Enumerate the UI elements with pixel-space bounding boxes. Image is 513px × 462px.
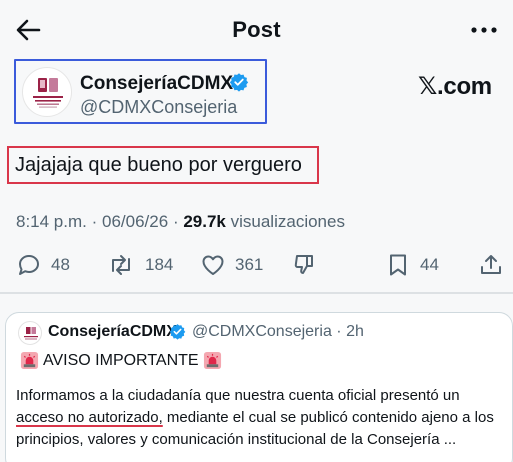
aviso-line: AVISO IMPORTANTE (16, 351, 226, 370)
post-time: 8:14 p.m. (16, 212, 87, 231)
like-count: 361 (235, 255, 264, 274)
quoted-author-handle[interactable]: @CDMXConsejeria (192, 323, 332, 340)
bookmark-button[interactable]: 44 (385, 248, 439, 282)
views-label: visualizaciones (230, 212, 345, 231)
thumbs-down-icon (294, 255, 313, 274)
meta-separator: · (91, 212, 98, 231)
post-actions: 48 184 361 44 (0, 248, 513, 282)
aviso-text: AVISO IMPORTANTE (43, 351, 199, 369)
source-watermark: 𝕏.com (418, 73, 492, 100)
share-button[interactable] (478, 248, 504, 282)
quoted-post-time: 2h (346, 323, 364, 340)
bookmark-count: 44 (420, 255, 439, 274)
author-name[interactable]: ConsejeríaCDMX (80, 73, 233, 95)
author-highlight-box: ConsejeríaCDMX @CDMXConsejeria (14, 59, 267, 124)
repost-icon (112, 255, 130, 275)
community-note-button[interactable] (292, 248, 318, 282)
bookmark-icon (390, 254, 406, 276)
reply-button[interactable]: 48 (16, 248, 70, 282)
post-header: Post (0, 0, 513, 56)
repost-button[interactable]: 184 (106, 248, 173, 282)
views-count: 29.7k (183, 212, 226, 231)
heart-icon (202, 255, 224, 275)
meta-separator: · (336, 323, 342, 340)
reply-icon (19, 255, 39, 275)
verified-badge-icon (229, 73, 249, 92)
page-title: Post (232, 17, 281, 42)
meta-separator: · (172, 212, 179, 231)
post-text: Jajajaja que bueno por verguero (15, 154, 302, 176)
more-options-button[interactable] (469, 16, 499, 44)
share-icon (481, 255, 501, 274)
more-horizontal-icon (471, 27, 497, 33)
author-handle[interactable]: @CDMXConsejeria (80, 97, 237, 118)
quoted-post-card[interactable]: ConsejeríaCDMX @CDMXConsejeria · 2h AVIS… (5, 312, 513, 462)
quoted-text-underlined: acceso no autorizado, (16, 409, 163, 426)
post-meta: 8:14 p.m. · 06/06/26 · 29.7k visualizaci… (16, 212, 345, 232)
police-light-icon (20, 351, 39, 370)
like-button[interactable]: 361 (200, 248, 263, 282)
repost-count: 184 (145, 255, 174, 274)
quoted-text-part: Informamos a la ciudadanía que nuestra c… (16, 387, 460, 404)
cdmx-logo-icon (33, 78, 63, 108)
avatar[interactable] (22, 67, 72, 117)
section-divider (0, 292, 513, 294)
post-date: 06/06/26 (102, 212, 169, 231)
quoted-post-text: Informamos a la ciudadanía que nuestra c… (16, 385, 511, 451)
verified-badge-icon (169, 324, 186, 340)
quoted-author-name[interactable]: ConsejeríaCDMX (48, 323, 177, 341)
post-text-highlight-box: Jajajaja que bueno por verguero (7, 146, 319, 184)
cdmx-logo-icon (24, 327, 38, 340)
quoted-author-meta: @CDMXConsejeria · 2h (192, 323, 364, 341)
police-light-icon (203, 351, 221, 370)
reply-count: 48 (51, 255, 70, 274)
avatar[interactable] (18, 321, 42, 345)
